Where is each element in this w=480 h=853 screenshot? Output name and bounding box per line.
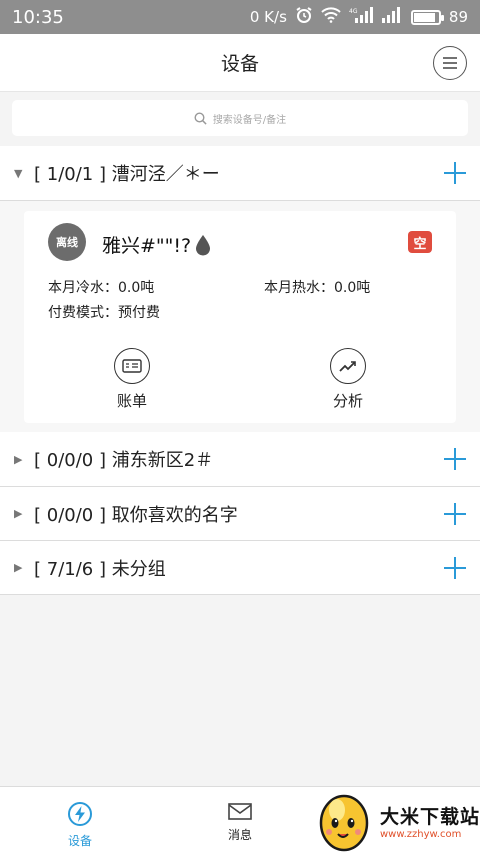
bill-icon: [114, 348, 150, 384]
search-icon: [194, 111, 207, 125]
analysis-label: 分析: [332, 392, 363, 410]
nav-devices[interactable]: 设备: [0, 787, 160, 853]
hot-water-stat: 本月热水：0.0吨: [264, 280, 371, 296]
group-label: [ 0/0/0 ] 取你喜欢的名字: [34, 504, 238, 526]
nav-messages[interactable]: 消息: [160, 787, 320, 853]
mascot-logo: [319, 794, 369, 851]
hamburger-icon: [443, 57, 457, 69]
search-placeholder: 搜索设备号/备注: [212, 114, 287, 126]
analysis-button[interactable]: 分析: [318, 348, 378, 411]
group-row[interactable]: ▶ [ 0/0/0 ] 取你喜欢的名字: [0, 487, 480, 540]
empty-badge: 空: [408, 231, 432, 253]
search-input[interactable]: 搜索设备号/备注: [12, 100, 468, 136]
caret-right-icon: ▶: [14, 561, 23, 574]
net-speed: 0 K/s: [249, 8, 287, 26]
add-icon[interactable]: [444, 162, 466, 184]
watermark-text: 大米下载站 www.zzhyw.com: [380, 802, 480, 840]
add-icon[interactable]: [444, 448, 466, 470]
top-header: 设备: [0, 34, 480, 92]
nav-devices-label: 设备: [67, 834, 92, 848]
group-row[interactable]: ▼ [ 1/0/1 ] 漕河泾／＊ー: [0, 146, 480, 200]
svg-text:4G: 4G: [349, 8, 358, 15]
battery-icon: [410, 9, 444, 25]
group-label: [ 0/0/0 ] 浦东新区2＃: [34, 450, 214, 471]
group-row[interactable]: ▶ [ 7/1/6 ] 未分组: [0, 541, 480, 594]
envelope-icon: [228, 803, 252, 820]
group-label: [ 1/0/1 ] 漕河泾／＊ー: [34, 164, 220, 185]
device-card-area: 离线 雅兴#""!? 空 本月冷水：0.0吨 本月热水：0.0吨 付费模式：预付…: [0, 201, 480, 432]
status-icons: 0 K/s 4G 89: [250, 6, 468, 28]
add-icon[interactable]: [444, 502, 466, 525]
alarm-icon: [295, 6, 313, 28]
device-card[interactable]: 离线 雅兴#""!? 空 本月冷水：0.0吨 本月热水：0.0吨 付费模式：预付…: [24, 211, 456, 423]
bill-label: 账单: [116, 392, 147, 410]
caret-right-icon: ▶: [14, 507, 23, 520]
payment-mode: 付费模式：预付费: [48, 305, 160, 321]
device-name-text: 雅兴#""!?: [102, 235, 192, 257]
water-drop-icon: [196, 234, 211, 255]
nav-messages-label: 消息: [227, 828, 252, 842]
cold-water-stat: 本月冷水：0.0吨: [48, 280, 155, 296]
page-title: 设备: [220, 53, 259, 75]
group-label: [ 7/1/6 ] 未分组: [34, 558, 166, 580]
battery-percent: 89: [448, 8, 468, 26]
signal-4g-icon: 4G: [349, 7, 373, 27]
status-time: 10:35: [12, 6, 64, 28]
device-name: 雅兴#""!?: [102, 231, 211, 258]
caret-right-icon: ▶: [14, 452, 23, 466]
caret-down-icon: ▼: [14, 166, 23, 180]
divider: [0, 594, 480, 595]
watermark-title: 大米下载站: [380, 805, 480, 828]
wifi-icon: [321, 7, 341, 27]
lightning-icon: [68, 802, 92, 826]
trend-chart-icon: [330, 348, 366, 384]
status-bar: 10:35 0 K/s 4G 89: [0, 0, 480, 34]
watermark-url: www.zzhyw.com: [380, 828, 462, 840]
bill-button[interactable]: 账单: [102, 348, 162, 411]
menu-button[interactable]: [433, 46, 467, 80]
offline-status-badge: 离线: [48, 223, 86, 261]
watermark: 大米下载站 www.zzhyw.com: [318, 788, 480, 853]
group-row[interactable]: ▶ [ 0/0/0 ] 浦东新区2＃: [0, 432, 480, 486]
signal-icon: [381, 7, 403, 27]
add-icon[interactable]: [444, 556, 466, 579]
